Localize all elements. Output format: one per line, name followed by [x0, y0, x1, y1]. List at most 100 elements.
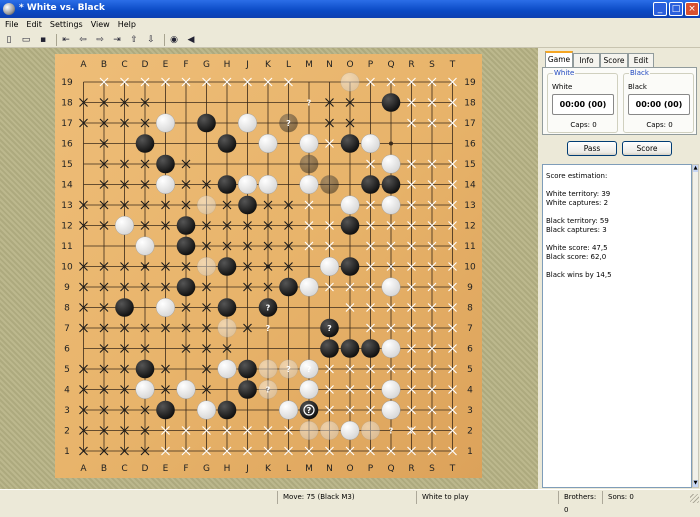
row-label: 10: [464, 263, 476, 273]
row-label: 1: [64, 447, 70, 457]
black-stone: [135, 134, 155, 153]
row-label: 2: [64, 427, 70, 437]
previous-variation-icon[interactable]: ⇧: [128, 34, 140, 46]
white-clock: 00:00 (00): [552, 94, 614, 115]
go-board[interactable]: AABBCCDDEEFFGGHHJJKKLLMMNNOOPPQQRRSSTT19…: [55, 54, 482, 478]
black-stone: [381, 93, 401, 112]
new-icon[interactable]: ▯: [3, 34, 15, 46]
column-label: G: [203, 464, 210, 474]
menu-view[interactable]: View: [86, 18, 113, 32]
next-variation-icon[interactable]: ⇩: [145, 34, 157, 46]
minimize-button[interactable]: _: [653, 2, 667, 16]
white-stone: [176, 380, 196, 400]
row-label: 8: [64, 304, 70, 314]
column-label: L: [286, 464, 291, 474]
first-move-icon[interactable]: ⇤: [60, 34, 72, 46]
menu-settings[interactable]: Settings: [45, 18, 86, 32]
black-captures: Caps: 0: [646, 121, 673, 129]
white-stone: [340, 195, 360, 215]
toolbar-separator: [56, 34, 57, 46]
unsettled-mark-icon: ?: [307, 406, 312, 415]
row-label: 13: [464, 201, 475, 211]
row-label: 4: [64, 386, 70, 396]
white-stone: [381, 277, 401, 297]
menu-file[interactable]: File: [0, 18, 21, 32]
black-player-name: Black: [628, 83, 647, 91]
row-label: 9: [64, 283, 70, 293]
sound-icon[interactable]: ◀: [185, 34, 197, 46]
column-label: R: [408, 60, 414, 70]
window-title: * White vs. Black: [19, 3, 105, 13]
column-label: P: [368, 464, 374, 474]
row-label: 15: [61, 160, 72, 170]
previous-move-icon[interactable]: ⇦: [77, 34, 89, 46]
white-stone: [115, 215, 135, 235]
black-stone: [320, 339, 339, 358]
menu-help[interactable]: Help: [113, 18, 139, 32]
pass-button[interactable]: Pass: [567, 141, 617, 156]
engine-icon[interactable]: ◉: [168, 34, 180, 46]
row-label: 3: [64, 406, 70, 416]
next-move-icon[interactable]: ⇨: [94, 34, 106, 46]
row-label: 17: [61, 119, 72, 129]
scroll-down-arrow[interactable]: ▼: [693, 480, 698, 487]
score-scrollbar[interactable]: ▲ ▼: [692, 164, 699, 488]
last-move-icon[interactable]: ⇥: [111, 34, 123, 46]
unsettled-mark-icon: ?: [307, 365, 312, 374]
white-player-group: White White 00:00 (00) Caps: 0: [547, 69, 618, 133]
resize-grip[interactable]: [690, 494, 699, 503]
maximize-button[interactable]: □: [669, 2, 683, 16]
white-stone: [381, 154, 401, 174]
menu-edit[interactable]: Edit: [21, 18, 45, 32]
black-stone: [340, 257, 360, 276]
column-label: J: [245, 464, 249, 474]
close-button[interactable]: ×: [685, 2, 699, 16]
score-line: [546, 235, 688, 244]
status-bar: Move: 75 (Black M3) White to play Brothe…: [0, 489, 700, 514]
white-stone: [135, 380, 155, 400]
score-line: Black score: 62,0: [546, 253, 607, 261]
tab-info[interactable]: Info: [573, 53, 600, 67]
tab-edit[interactable]: Edit: [628, 53, 654, 67]
column-label: H: [224, 464, 231, 474]
row-label: 14: [464, 181, 476, 191]
open-icon[interactable]: ▭: [20, 34, 32, 46]
black-stone: [340, 339, 360, 358]
row-label: 15: [464, 160, 475, 170]
status-turn: White to play: [416, 491, 556, 504]
white-stone: [381, 339, 401, 359]
score-button[interactable]: Score: [622, 141, 672, 156]
dead-white-stone: [320, 421, 340, 441]
score-line: White captures: 2: [546, 199, 609, 207]
dead-white-stone: [299, 421, 319, 441]
column-label: C: [121, 60, 127, 70]
black-stone: [156, 154, 175, 174]
toolbar: ▯ ▭ ▪ ⇤ ⇦ ⇨ ⇥ ⇧ ⇩ ◉ ◀: [0, 32, 700, 48]
unsettled-mark-icon: ?: [266, 386, 271, 395]
white-stone: [237, 174, 257, 194]
black-player-group: Black Black 00:00 (00) Caps: 0: [623, 69, 694, 133]
column-label: O: [346, 60, 353, 70]
white-stone: [155, 297, 175, 317]
row-label: 10: [61, 263, 73, 273]
scroll-up-arrow[interactable]: ▲: [693, 165, 698, 172]
white-stone: [278, 400, 298, 420]
column-label: A: [80, 60, 87, 70]
black-stone: [176, 216, 196, 235]
row-label: 7: [64, 324, 70, 334]
tab-game[interactable]: Game: [545, 51, 573, 68]
row-label: 11: [464, 242, 475, 252]
menu-bar: File Edit Settings View Help: [0, 18, 700, 32]
black-stone: [156, 400, 175, 420]
white-stone: [135, 236, 155, 256]
white-stone: [155, 113, 175, 133]
column-label: G: [203, 60, 210, 70]
white-stone: [258, 133, 278, 153]
dead-white-stone: [217, 318, 237, 338]
row-label: 19: [61, 78, 73, 88]
row-label: 19: [464, 78, 476, 88]
save-icon[interactable]: ▪: [37, 34, 49, 46]
tab-score[interactable]: Score: [600, 53, 628, 67]
unsettled-mark-icon: ?: [389, 427, 394, 436]
column-label: S: [429, 60, 435, 70]
